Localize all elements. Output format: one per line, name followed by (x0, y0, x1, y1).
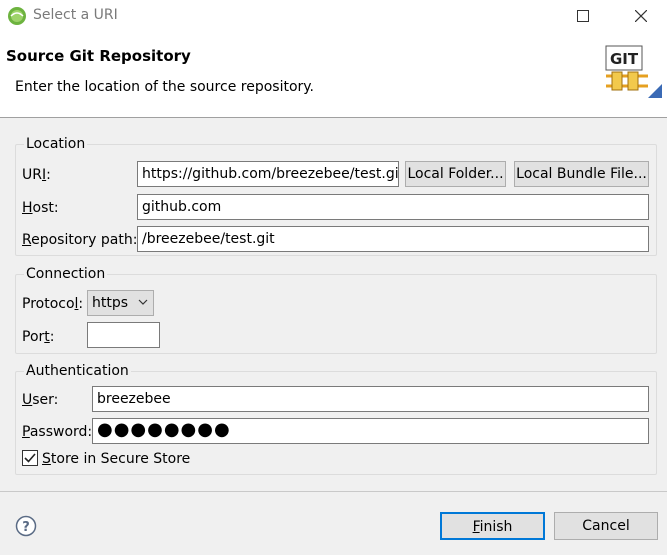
user-label: User: (22, 392, 59, 408)
maximize-button[interactable] (560, 0, 606, 32)
maximize-icon (577, 10, 589, 22)
git-logo-text: GIT (610, 50, 639, 68)
host-label: Host: (22, 200, 59, 216)
local-bundle-file-button[interactable]: Local Bundle File... (514, 161, 649, 187)
authentication-group-title: Authentication (24, 362, 131, 380)
footer-divider (0, 491, 667, 492)
chevron-down-icon (138, 299, 148, 305)
connection-group-title: Connection (24, 265, 108, 283)
wizard-header: Source Git Repository Enter the location… (0, 32, 667, 118)
repository-path-label: Repository path: (22, 232, 138, 248)
store-secure-checkbox[interactable] (22, 450, 38, 466)
password-field[interactable]: ●●●●●●●● (92, 418, 649, 444)
password-label: Password: (22, 424, 93, 440)
checkmark-icon (24, 453, 36, 463)
close-icon (635, 10, 647, 22)
local-folder-button[interactable]: Local Folder... (405, 161, 506, 187)
uri-field[interactable]: https://github.com/breezebee/test.git (137, 161, 399, 187)
store-secure-label[interactable]: Store in Secure Store (42, 450, 190, 468)
close-button[interactable] (618, 0, 664, 32)
protocol-select[interactable]: https (87, 290, 154, 316)
page-title: Source Git Repository (6, 47, 191, 65)
cancel-button[interactable]: Cancel (554, 512, 658, 540)
protocol-select-value: https (92, 295, 129, 311)
uri-label: URI: (22, 167, 51, 183)
svg-text:?: ? (22, 520, 30, 535)
port-field[interactable] (87, 322, 160, 348)
user-field[interactable]: breezebee (92, 386, 649, 412)
finish-button[interactable]: Finish (440, 512, 545, 540)
window-title: Select a URI (33, 7, 118, 23)
title-bar: Select a URI (0, 0, 667, 32)
location-group-title: Location (24, 135, 88, 153)
git-logo-icon: GIT (605, 45, 662, 98)
host-field[interactable]: github.com (137, 194, 649, 220)
eclipse-icon (8, 7, 26, 25)
repository-path-field[interactable]: /breezebee/test.git (137, 226, 649, 252)
help-icon[interactable]: ? (15, 515, 37, 537)
protocol-label: Protocol: (22, 296, 84, 312)
port-label: Port: (22, 329, 55, 345)
page-description: Enter the location of the source reposit… (15, 79, 315, 95)
